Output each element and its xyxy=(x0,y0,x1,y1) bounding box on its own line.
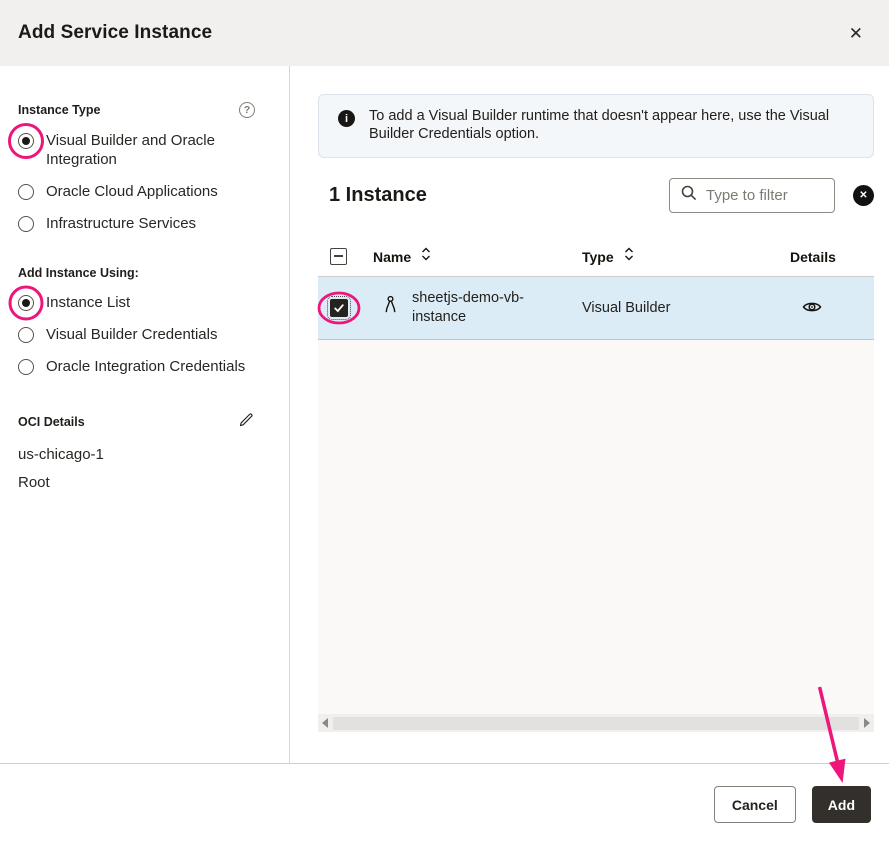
radio-label: Visual Builder Credentials xyxy=(46,325,217,344)
edit-pencil-icon[interactable] xyxy=(238,411,255,433)
add-instance-using-header: Add Instance Using: xyxy=(18,266,255,280)
search-icon xyxy=(680,184,698,207)
oci-details-label: OCI Details xyxy=(18,415,85,429)
info-banner: i To add a Visual Builder runtime that d… xyxy=(318,94,874,158)
table-row[interactable]: sheetjs-demo-vb-instance Visual Builder xyxy=(318,277,874,340)
row-type-cell: Visual Builder xyxy=(582,299,790,318)
dialog-title: Add Service Instance xyxy=(18,22,212,44)
radio-option-oracle-cloud-applications[interactable]: Oracle Cloud Applications xyxy=(18,182,255,201)
radio-label: Instance List xyxy=(46,293,130,312)
radio-label: Infrastructure Services xyxy=(46,214,196,233)
name-header-cell: Name xyxy=(373,246,582,267)
dialog-header: Add Service Instance ✕ xyxy=(0,0,889,66)
radio-icon-oracle-cloud-apps[interactable] xyxy=(18,184,34,200)
table-header-row: Name Type xyxy=(318,237,874,277)
radio-icon-infrastructure[interactable] xyxy=(18,216,34,232)
add-service-instance-dialog: Add Service Instance ✕ Instance Type ? V… xyxy=(0,0,889,845)
radio-option-visual-builder-and-oracle-integration[interactable]: Visual Builder and Oracle Integration xyxy=(18,131,255,169)
sidebar: Instance Type ? Visual Builder and Oracl… xyxy=(0,66,290,763)
row-checkbox-cell xyxy=(318,299,373,317)
filter-input[interactable] xyxy=(706,187,818,204)
radio-icon-oi-credentials[interactable] xyxy=(18,359,34,375)
radio-label: Oracle Integration Credentials xyxy=(46,357,245,376)
row-name-cell: sheetjs-demo-vb-instance xyxy=(373,289,582,327)
help-icon[interactable]: ? xyxy=(239,102,255,118)
radio-option-visual-builder-credentials[interactable]: Visual Builder Credentials xyxy=(18,325,255,344)
scrollbar-thumb[interactable] xyxy=(333,717,859,730)
instance-toolbar: 1 Instance ✕ xyxy=(318,178,874,213)
radio-label: Visual Builder and Oracle Integration xyxy=(46,131,255,169)
oci-compartment-value: Root xyxy=(18,474,255,491)
eye-icon[interactable] xyxy=(800,298,824,319)
name-column-header: Name xyxy=(373,249,411,265)
main-panel: i To add a Visual Builder runtime that d… xyxy=(290,66,889,763)
row-checkbox-checked[interactable] xyxy=(330,299,348,317)
oci-details-section: OCI Details us-chicago-1 Root xyxy=(18,411,255,491)
instance-name: sheetjs-demo-vb-instance xyxy=(412,289,554,327)
type-column-header: Type xyxy=(582,249,614,265)
select-all-checkbox-indeterminate[interactable] xyxy=(330,248,347,265)
horizontal-scrollbar[interactable] xyxy=(318,714,874,732)
clear-filter-icon[interactable]: ✕ xyxy=(853,185,874,206)
add-instance-using-section: Add Instance Using: Instance List Visual… xyxy=(18,266,255,376)
radio-option-oracle-integration-credentials[interactable]: Oracle Integration Credentials xyxy=(18,357,255,376)
cancel-button[interactable]: Cancel xyxy=(714,786,796,823)
sort-icon-type[interactable] xyxy=(624,246,634,267)
radio-label: Oracle Cloud Applications xyxy=(46,182,218,201)
add-button[interactable]: Add xyxy=(812,786,871,823)
sort-icon-name[interactable] xyxy=(421,246,431,267)
oci-region-value: us-chicago-1 xyxy=(18,446,255,463)
filter-box xyxy=(669,178,835,213)
dialog-body: Instance Type ? Visual Builder and Oracl… xyxy=(0,66,889,763)
details-column-header: Details xyxy=(790,249,836,265)
scrollbar-left-arrow-icon[interactable] xyxy=(322,718,328,728)
scrollbar-right-arrow-icon[interactable] xyxy=(864,718,870,728)
instance-type-section-header: Instance Type ? xyxy=(18,102,255,118)
details-header-cell: Details xyxy=(790,249,874,265)
dialog-footer: Cancel Add xyxy=(0,763,889,845)
radio-icon-visual-builder[interactable] xyxy=(18,133,34,149)
radio-icon-vb-credentials[interactable] xyxy=(18,327,34,343)
radio-icon-instance-list[interactable] xyxy=(18,295,34,311)
instance-type-value: Visual Builder xyxy=(582,299,670,318)
instance-count-heading: 1 Instance xyxy=(329,184,427,207)
close-icon[interactable]: ✕ xyxy=(845,21,867,46)
instances-table: Name Type xyxy=(318,237,874,732)
compass-icon xyxy=(382,295,399,321)
row-details-cell xyxy=(790,298,874,319)
instance-type-label: Instance Type xyxy=(18,103,100,117)
info-icon: i xyxy=(338,110,355,127)
radio-option-infrastructure-services[interactable]: Infrastructure Services xyxy=(18,214,255,233)
select-all-cell xyxy=(318,248,373,265)
add-instance-using-label: Add Instance Using: xyxy=(18,266,139,280)
info-banner-text: To add a Visual Builder runtime that doe… xyxy=(369,107,833,143)
radio-option-instance-list[interactable]: Instance List xyxy=(18,293,255,312)
oci-details-header: OCI Details xyxy=(18,411,255,433)
type-header-cell: Type xyxy=(582,246,790,267)
table-empty-area xyxy=(318,340,874,714)
